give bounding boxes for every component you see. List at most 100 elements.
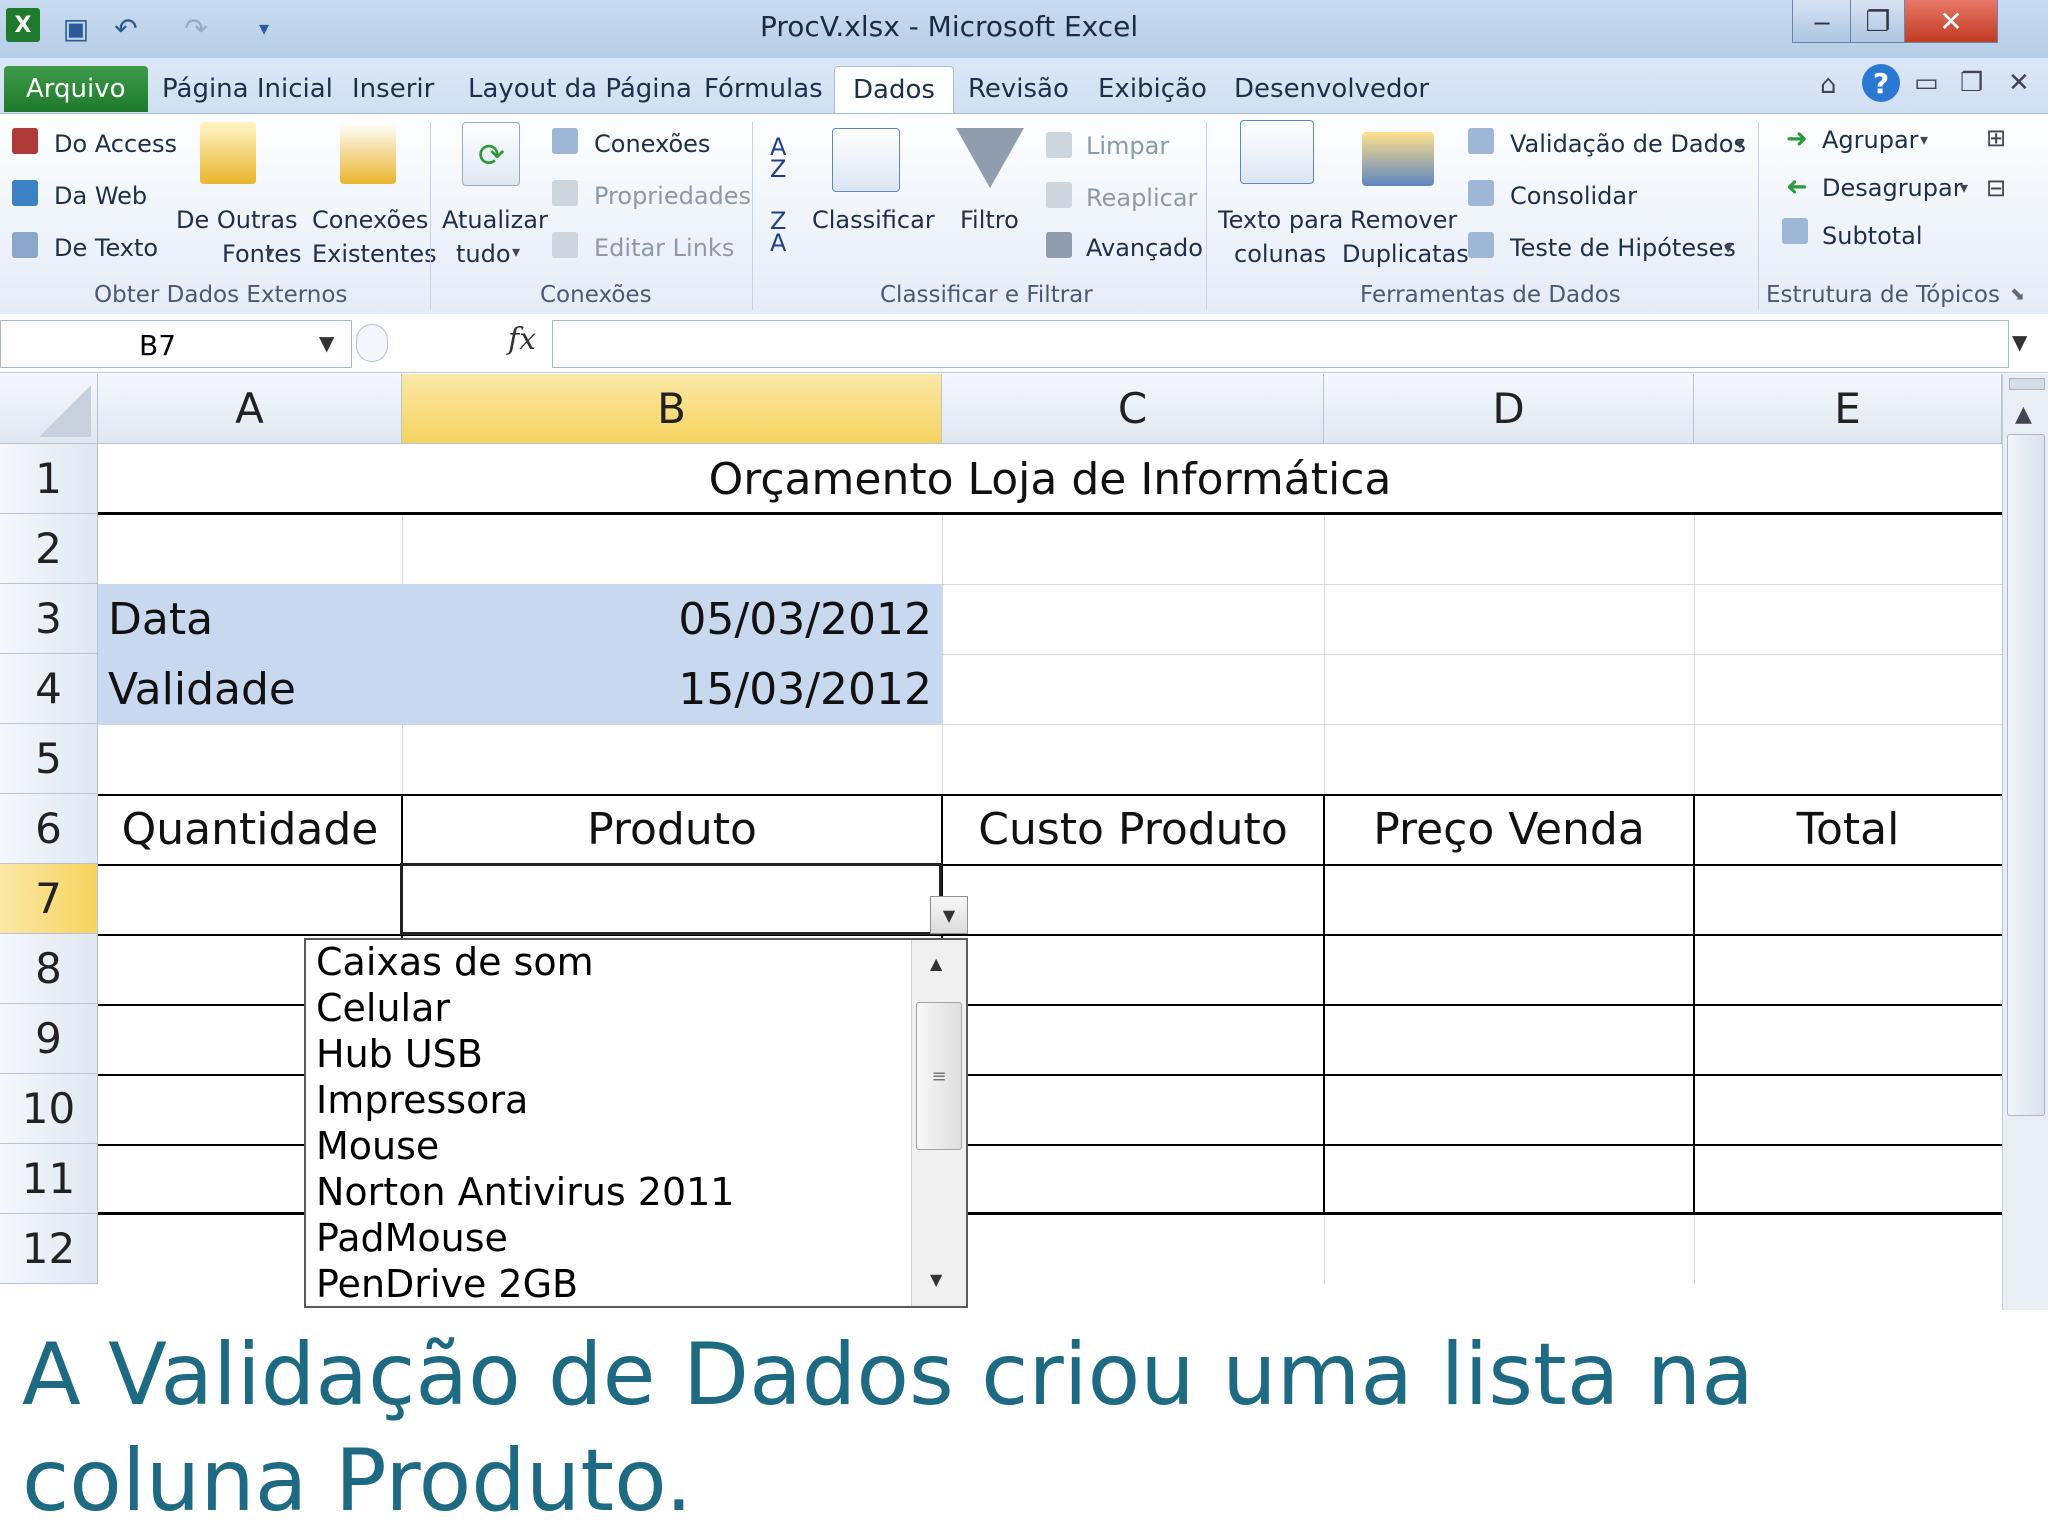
agrupar-button[interactable]: Agrupar <box>1822 126 1919 154</box>
reaplicar-button[interactable]: Reaplicar <box>1086 184 1197 212</box>
sheet-title[interactable]: Orçamento Loja de Informática <box>98 444 2002 514</box>
doc-restore-icon[interactable]: ❐ <box>1960 68 1983 98</box>
tab-formulas[interactable]: Fórmulas <box>704 66 823 112</box>
remover-duplicatas-label-1[interactable]: Remover <box>1350 206 1457 234</box>
split-box[interactable] <box>2009 378 2045 390</box>
doc-close-icon[interactable]: ✕ <box>2008 68 2030 98</box>
conexoes-existentes-label-1[interactable]: Conexões <box>312 206 428 234</box>
column-header-d[interactable]: D <box>1324 374 1694 444</box>
row-header-9[interactable]: 9 <box>0 1004 98 1074</box>
row-header-8[interactable]: 8 <box>0 934 98 1004</box>
classificar-button[interactable]: Classificar <box>812 206 935 234</box>
tab-dados[interactable]: Dados <box>834 66 954 113</box>
minimize-ribbon-icon[interactable]: ⌂ <box>1820 70 1837 100</box>
conexoes-button[interactable]: Conexões <box>594 130 710 158</box>
splitter-handle[interactable] <box>356 324 388 362</box>
tab-layout-da-pagina[interactable]: Layout da Página <box>468 66 692 112</box>
de-outras-fontes-label-2[interactable]: Fontes <box>222 240 302 268</box>
tab-exibicao[interactable]: Exibição <box>1098 66 1207 112</box>
list-item[interactable]: Impressora <box>316 1078 528 1122</box>
consolidar-button[interactable]: Consolidar <box>1510 182 1637 210</box>
list-item[interactable]: Hub USB <box>316 1032 483 1076</box>
customize-toolbar-icon[interactable]: ▾ <box>244 8 284 48</box>
validacao-de-dados-button[interactable]: Validação de Dados <box>1510 130 1746 158</box>
insert-function-icon[interactable]: fx <box>508 322 536 357</box>
tab-arquivo[interactable]: Arquivo <box>4 66 148 112</box>
scroll-up-icon[interactable]: ▲ <box>930 954 942 973</box>
header-quantidade[interactable]: Quantidade <box>98 794 402 864</box>
list-item[interactable]: Norton Antivirus 2011 <box>316 1170 734 1214</box>
filtro-button[interactable]: Filtro <box>960 206 1019 234</box>
undo-icon[interactable]: ↶ <box>106 8 146 48</box>
active-cell-b7[interactable] <box>400 863 942 935</box>
scroll-thumb[interactable]: ≡ <box>916 1002 962 1150</box>
dropdown-arrow-button[interactable]: ▼ <box>930 896 968 934</box>
restore-button[interactable]: ❐ <box>1850 0 1906 43</box>
row-header-1[interactable]: 1 <box>0 444 98 514</box>
help-icon[interactable]: ? <box>1862 64 1900 102</box>
row-header-3[interactable]: 3 <box>0 584 98 654</box>
tab-revisao[interactable]: Revisão <box>968 66 1069 112</box>
hide-detail-icon[interactable]: ⊟ <box>1986 174 2006 202</box>
list-item[interactable]: Mouse <box>316 1124 439 1168</box>
cell-b3-data-value[interactable]: 05/03/2012 <box>402 584 932 654</box>
de-outras-fontes-label-1[interactable]: De Outras <box>176 206 297 234</box>
texto-para-colunas-label-1[interactable]: Texto para <box>1218 206 1343 234</box>
scroll-down-icon[interactable]: ▼ <box>930 1270 942 1289</box>
subtotal-button[interactable]: Subtotal <box>1822 222 1923 250</box>
name-box[interactable]: B7 ▼ <box>0 320 352 368</box>
close-button[interactable]: ✕ <box>1904 0 1998 43</box>
da-web-button[interactable]: Da Web <box>54 182 147 210</box>
de-texto-button[interactable]: De Texto <box>54 234 158 262</box>
header-total[interactable]: Total <box>1694 794 2002 864</box>
limpar-button[interactable]: Limpar <box>1086 132 1169 160</box>
row-header-10[interactable]: 10 <box>0 1074 98 1144</box>
cell-b4-validade-value[interactable]: 15/03/2012 <box>402 654 932 724</box>
list-item[interactable]: Celular <box>316 986 450 1030</box>
row-header-11[interactable]: 11 <box>0 1144 98 1214</box>
row-header-5[interactable]: 5 <box>0 724 98 794</box>
show-detail-icon[interactable]: ⊞ <box>1986 124 2006 152</box>
save-icon[interactable]: ▣ <box>56 8 96 48</box>
editar-links-button[interactable]: Editar Links <box>594 234 734 262</box>
header-produto[interactable]: Produto <box>402 794 942 864</box>
do-access-button[interactable]: Do Access <box>54 130 177 158</box>
cell-a3-data-label[interactable]: Data <box>108 584 213 654</box>
row-header-2[interactable]: 2 <box>0 514 98 584</box>
scroll-up-icon[interactable]: ▲ <box>2015 402 2032 427</box>
list-item[interactable]: PenDrive 2GB <box>316 1262 578 1306</box>
row-header-6[interactable]: 6 <box>0 794 98 864</box>
tab-desenvolvedor[interactable]: Desenvolvedor <box>1234 66 1429 112</box>
header-preco-venda[interactable]: Preço Venda <box>1324 794 1694 864</box>
sort-asc-icon[interactable]: AZ <box>770 135 786 181</box>
atualizar-tudo-label-1[interactable]: Atualizar <box>442 206 548 234</box>
dropdown-scrollbar[interactable]: ▲ ≡ ▼ <box>911 940 966 1306</box>
dialog-launcher-icon[interactable]: ⬊ <box>2010 284 2025 305</box>
select-all-corner[interactable] <box>0 374 98 444</box>
propriedades-button[interactable]: Propriedades <box>594 182 751 210</box>
redo-icon[interactable]: ↷ <box>176 8 216 48</box>
header-custo-produto[interactable]: Custo Produto <box>942 794 1324 864</box>
texto-para-colunas-label-2[interactable]: colunas <box>1234 240 1326 268</box>
column-header-e[interactable]: E <box>1694 374 2002 444</box>
conexoes-existentes-label-2[interactable]: Existentes <box>312 240 437 268</box>
vertical-scrollbar[interactable]: ▲ <box>2002 374 2048 1310</box>
row-header-12[interactable]: 12 <box>0 1214 98 1284</box>
expand-formula-icon[interactable]: ▼ <box>2012 330 2027 354</box>
dropdown-list[interactable]: Caixas de som Celular Hub USB Impressora… <box>304 938 968 1308</box>
column-header-a[interactable]: A <box>98 374 402 444</box>
list-item[interactable]: PadMouse <box>316 1216 508 1260</box>
tab-inserir[interactable]: Inserir <box>352 66 434 112</box>
scroll-thumb[interactable] <box>2007 434 2045 1116</box>
minimize-button[interactable]: ‒ <box>1792 0 1852 43</box>
teste-de-hipoteses-button[interactable]: Teste de Hipóteses <box>1510 234 1736 262</box>
cell-a4-validade-label[interactable]: Validade <box>108 654 296 724</box>
column-header-c[interactable]: C <box>942 374 1324 444</box>
column-header-b[interactable]: B <box>402 374 942 444</box>
doc-minimize-icon[interactable]: ▭ <box>1914 68 1939 98</box>
desagrupar-button[interactable]: Desagrupar <box>1822 174 1963 202</box>
list-item[interactable]: Caixas de som <box>316 940 594 984</box>
atualizar-tudo-label-2[interactable]: tudo <box>456 240 511 268</box>
tab-pagina-inicial[interactable]: Página Inicial <box>162 66 333 112</box>
remover-duplicatas-label-2[interactable]: Duplicatas <box>1342 240 1469 268</box>
